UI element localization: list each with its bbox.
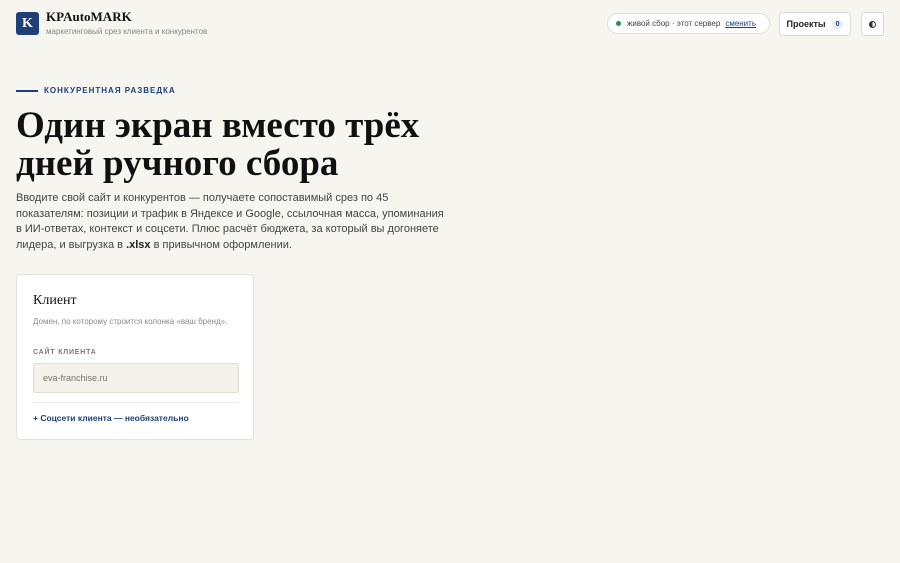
logo-icon: K: [16, 12, 39, 35]
status-text: живой сбор · этот сервер: [627, 19, 721, 28]
projects-button[interactable]: Проекты 0: [779, 12, 851, 36]
collection-status-pill: живой сбор · этот сервер сменить: [607, 13, 770, 34]
description-tail: в привычном оформлении.: [150, 238, 292, 251]
add-client-socials-link[interactable]: + Соцсети клиента — необязательно: [33, 413, 189, 423]
change-server-link[interactable]: сменить: [725, 19, 756, 28]
brand-subtitle: маркетинговый срез клиента и конкурентов: [46, 27, 208, 36]
card-divider: [33, 402, 239, 403]
client-card-hint: Домен, по которому строится колонка «ваш…: [33, 317, 228, 326]
eyebrow-line: [16, 89, 38, 92]
theme-toggle-button[interactable]: [861, 12, 884, 36]
client-site-input[interactable]: [33, 363, 239, 393]
projects-label: Проекты: [786, 19, 826, 29]
brand-name: KPAutoMARK: [46, 9, 132, 24]
contrast-icon: [869, 20, 876, 28]
client-card: Клиент Домен, по которому строится колон…: [16, 274, 254, 440]
eyebrow-text: КОНКУРЕНТНАЯ РАЗВЕДКА: [44, 86, 176, 95]
projects-count-badge: 0: [831, 19, 844, 29]
status-dot-icon: [616, 21, 621, 26]
client-card-title: Клиент: [33, 293, 77, 308]
page-description: Вводите свой сайт и конкурентов — получа…: [16, 191, 446, 253]
page-title: Один экран вместо трёх дней ручного сбор…: [16, 105, 420, 184]
top-bar: K KPAutoMARK маркетинговый срез клиента …: [0, 0, 900, 48]
description-format: .xlsx: [126, 238, 151, 251]
section-eyebrow: КОНКУРЕНТНАЯ РАЗВЕДКА: [16, 86, 176, 95]
client-site-label: САЙТ КЛИЕНТА: [33, 349, 97, 356]
